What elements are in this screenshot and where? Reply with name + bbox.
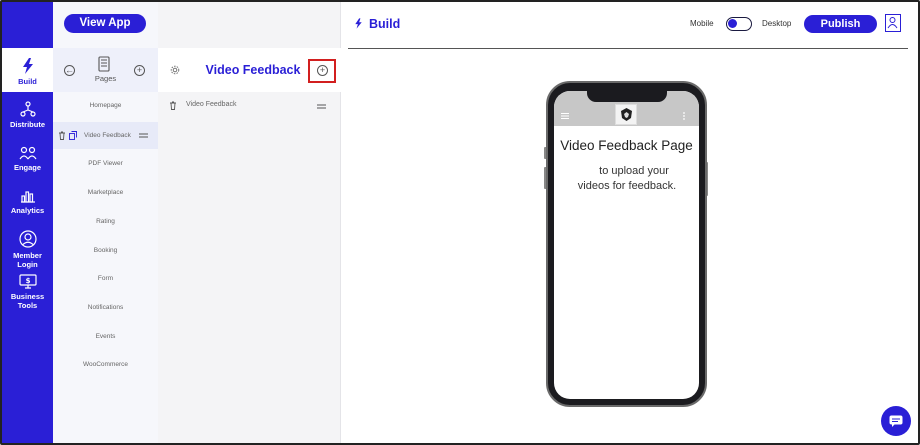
pages-icon	[98, 56, 110, 72]
page-item-booking[interactable]: Booking	[53, 247, 158, 254]
phone-screen: Video Feedback Page to upload your video…	[554, 91, 699, 399]
nav-label: Member Login	[13, 251, 42, 269]
subpages-header: Video Feedback +	[158, 48, 341, 92]
preview-body-line: videos for feedback.	[577, 180, 677, 192]
subpages-panel: Video Feedback + Video Feedback	[158, 2, 341, 443]
chat-icon	[889, 415, 903, 427]
nav-item-analytics[interactable]: Analytics	[2, 189, 53, 215]
duplicate-icon[interactable]	[69, 131, 77, 140]
main-area: Build Mobile Desktop Publish Video Feedb…	[341, 2, 918, 443]
nav-label: Analytics	[10, 206, 45, 215]
more-vertical-icon[interactable]	[683, 112, 685, 120]
trash-icon[interactable]	[169, 101, 177, 110]
nav-label: Build	[18, 77, 37, 86]
drag-handle-icon[interactable]	[139, 133, 148, 138]
subpage-item-label: Video Feedback	[186, 101, 237, 108]
drag-handle-icon[interactable]	[317, 104, 326, 109]
preview-page-title: Video Feedback Page	[560, 138, 693, 153]
user-circle-icon	[18, 230, 37, 248]
nav-item-build[interactable]: Build	[2, 48, 53, 92]
page-item-rating[interactable]: Rating	[53, 218, 158, 225]
toggle-knob	[728, 19, 737, 28]
nav-item-distribute[interactable]: Distribute	[2, 101, 53, 129]
add-page-icon[interactable]: +	[134, 65, 145, 76]
chat-button[interactable]	[881, 406, 911, 436]
subpage-title: Video Feedback	[205, 63, 301, 77]
back-icon[interactable]: ←	[64, 65, 75, 76]
header-divider	[348, 48, 908, 49]
publish-button[interactable]: Publish	[804, 15, 877, 33]
nav-label: Engage	[13, 163, 42, 172]
app-logo	[615, 104, 637, 125]
preview-body-text: to upload your videos for feedback.	[572, 164, 682, 194]
account-button[interactable]	[885, 14, 901, 32]
lightning-icon	[22, 58, 33, 74]
gear-icon[interactable]	[170, 65, 180, 75]
page-item-events[interactable]: Events	[53, 333, 158, 340]
nav-label: Business Tools	[10, 292, 45, 310]
nav-label: Distribute	[9, 120, 45, 129]
trash-icon[interactable]	[58, 131, 66, 140]
desktop-label: Desktop	[762, 19, 792, 28]
network-icon	[19, 101, 36, 117]
add-subpage-button[interactable]: +	[308, 59, 336, 83]
page-item-marketplace[interactable]: Marketplace	[53, 189, 158, 196]
page-item-label: Video Feedback	[84, 132, 131, 139]
nav-item-business-tools[interactable]: $ Business Tools	[2, 274, 53, 310]
phone-notch	[587, 91, 667, 102]
phone-preview: Video Feedback Page to upload your video…	[546, 81, 707, 407]
bar-chart-icon	[20, 191, 35, 203]
lightning-icon	[355, 18, 362, 29]
page-item-homepage[interactable]: Homepage	[53, 102, 158, 109]
view-mode-toggle[interactable]	[726, 17, 752, 31]
nav-item-member-login[interactable]: Member Login	[2, 230, 53, 269]
page-title: Build	[369, 17, 401, 31]
subpage-item[interactable]: Video Feedback	[158, 100, 341, 114]
pages-label: Pages	[94, 74, 117, 83]
app-bar	[554, 91, 699, 126]
page-item-notifications[interactable]: Notifications	[53, 304, 158, 311]
svg-text:$: $	[25, 277, 30, 285]
preview-body-line: to upload your	[599, 165, 669, 177]
page-item-form[interactable]: Form	[53, 275, 158, 282]
user-icon	[887, 17, 898, 29]
monitor-dollar-icon: $	[18, 274, 37, 289]
pages-panel: View App ← Pages + Homepage Video Feedba…	[53, 2, 158, 443]
pages-header: ← Pages +	[53, 48, 158, 92]
view-app-button[interactable]: View App	[64, 14, 146, 33]
page-item-woocommerce[interactable]: WooCommerce	[53, 361, 158, 368]
main-nav: Build Distribute Engage Analytics Member…	[2, 2, 53, 443]
people-icon	[19, 146, 36, 160]
lion-logo-icon	[621, 108, 632, 121]
hamburger-menu-icon[interactable]	[561, 113, 569, 119]
mobile-label: Mobile	[690, 19, 714, 28]
add-icon: +	[317, 65, 328, 76]
nav-item-engage[interactable]: Engage	[2, 146, 53, 172]
page-item-pdf-viewer[interactable]: PDF Viewer	[53, 160, 158, 167]
page-item-video-feedback[interactable]: Video Feedback	[53, 122, 158, 149]
